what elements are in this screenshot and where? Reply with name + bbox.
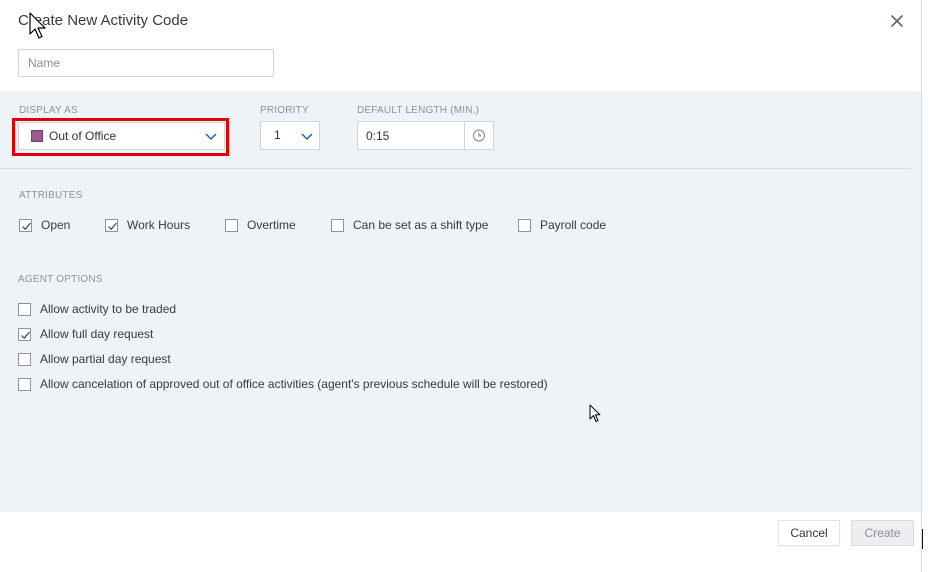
display-as-value: Out of Office xyxy=(49,129,117,143)
checkbox-box xyxy=(18,377,31,391)
checkbox-label: Overtime xyxy=(247,218,296,232)
option-cancelation-checkbox[interactable]: Allow cancelation of approved out of off… xyxy=(18,376,548,392)
attributes-label: ATTRIBUTES xyxy=(19,190,83,201)
close-button[interactable] xyxy=(888,12,906,30)
clock-icon xyxy=(472,129,486,142)
option-full-day-checkbox[interactable]: Allow full day request xyxy=(18,326,153,342)
create-button[interactable]: Create xyxy=(851,520,914,546)
text-caret xyxy=(922,529,923,549)
attribute-open-checkbox[interactable]: Open xyxy=(19,217,70,233)
check-icon xyxy=(108,222,117,230)
agent-options-label: AGENT OPTIONS xyxy=(18,274,103,285)
default-length-input[interactable] xyxy=(357,121,465,150)
priority-label: PRIORITY xyxy=(260,105,309,116)
option-trade-checkbox[interactable]: Allow activity to be traded xyxy=(18,301,176,317)
dialog-title: Create New Activity Code xyxy=(18,12,189,29)
option-partial-day-checkbox[interactable]: Allow partial day request xyxy=(18,351,171,367)
create-activity-code-dialog: Create New Activity Code DISPLAY AS Out … xyxy=(0,0,921,572)
checkbox-box xyxy=(19,218,32,232)
default-length-label: DEFAULT LENGTH (MIN.) xyxy=(357,105,480,116)
checkbox-box xyxy=(105,218,118,232)
section-divider xyxy=(0,168,910,169)
cancel-button[interactable]: Cancel xyxy=(778,520,840,546)
check-icon xyxy=(22,222,31,230)
checkbox-box xyxy=(225,218,238,232)
time-picker-button[interactable] xyxy=(464,121,494,150)
priority-dropdown[interactable]: 1 xyxy=(260,121,320,150)
attribute-shift-type-checkbox[interactable]: Can be set as a shift type xyxy=(331,217,488,233)
checkbox-box xyxy=(518,218,531,232)
checkbox-label: Allow partial day request xyxy=(40,352,171,366)
checkbox-label: Work Hours xyxy=(127,218,191,232)
checkbox-label: Open xyxy=(41,218,71,232)
checkbox-label: Can be set as a shift type xyxy=(353,218,489,232)
checkbox-label: Payroll code xyxy=(540,218,607,232)
attribute-payroll-code-checkbox[interactable]: Payroll code xyxy=(518,217,606,233)
chevron-down-icon xyxy=(301,133,313,141)
checkbox-box xyxy=(18,327,31,341)
color-swatch xyxy=(31,130,43,142)
checkbox-box xyxy=(18,352,31,366)
default-length-group xyxy=(357,121,494,150)
name-input[interactable] xyxy=(18,49,274,77)
display-as-label: DISPLAY AS xyxy=(19,105,78,116)
priority-value: 1 xyxy=(274,128,281,142)
checkbox-box xyxy=(18,302,31,316)
chevron-down-icon xyxy=(205,133,217,141)
checkbox-label: Allow activity to be traded xyxy=(40,302,177,316)
checkbox-label: Allow full day request xyxy=(40,327,154,341)
attribute-overtime-checkbox[interactable]: Overtime xyxy=(225,217,296,233)
attribute-work-hours-checkbox[interactable]: Work Hours xyxy=(105,217,190,233)
window-edge xyxy=(921,0,922,572)
display-as-dropdown[interactable]: Out of Office xyxy=(18,122,225,150)
checkbox-label: Allow cancelation of approved out of off… xyxy=(40,377,548,391)
checkbox-box xyxy=(331,218,344,232)
close-icon xyxy=(891,15,903,27)
check-icon xyxy=(21,331,30,339)
